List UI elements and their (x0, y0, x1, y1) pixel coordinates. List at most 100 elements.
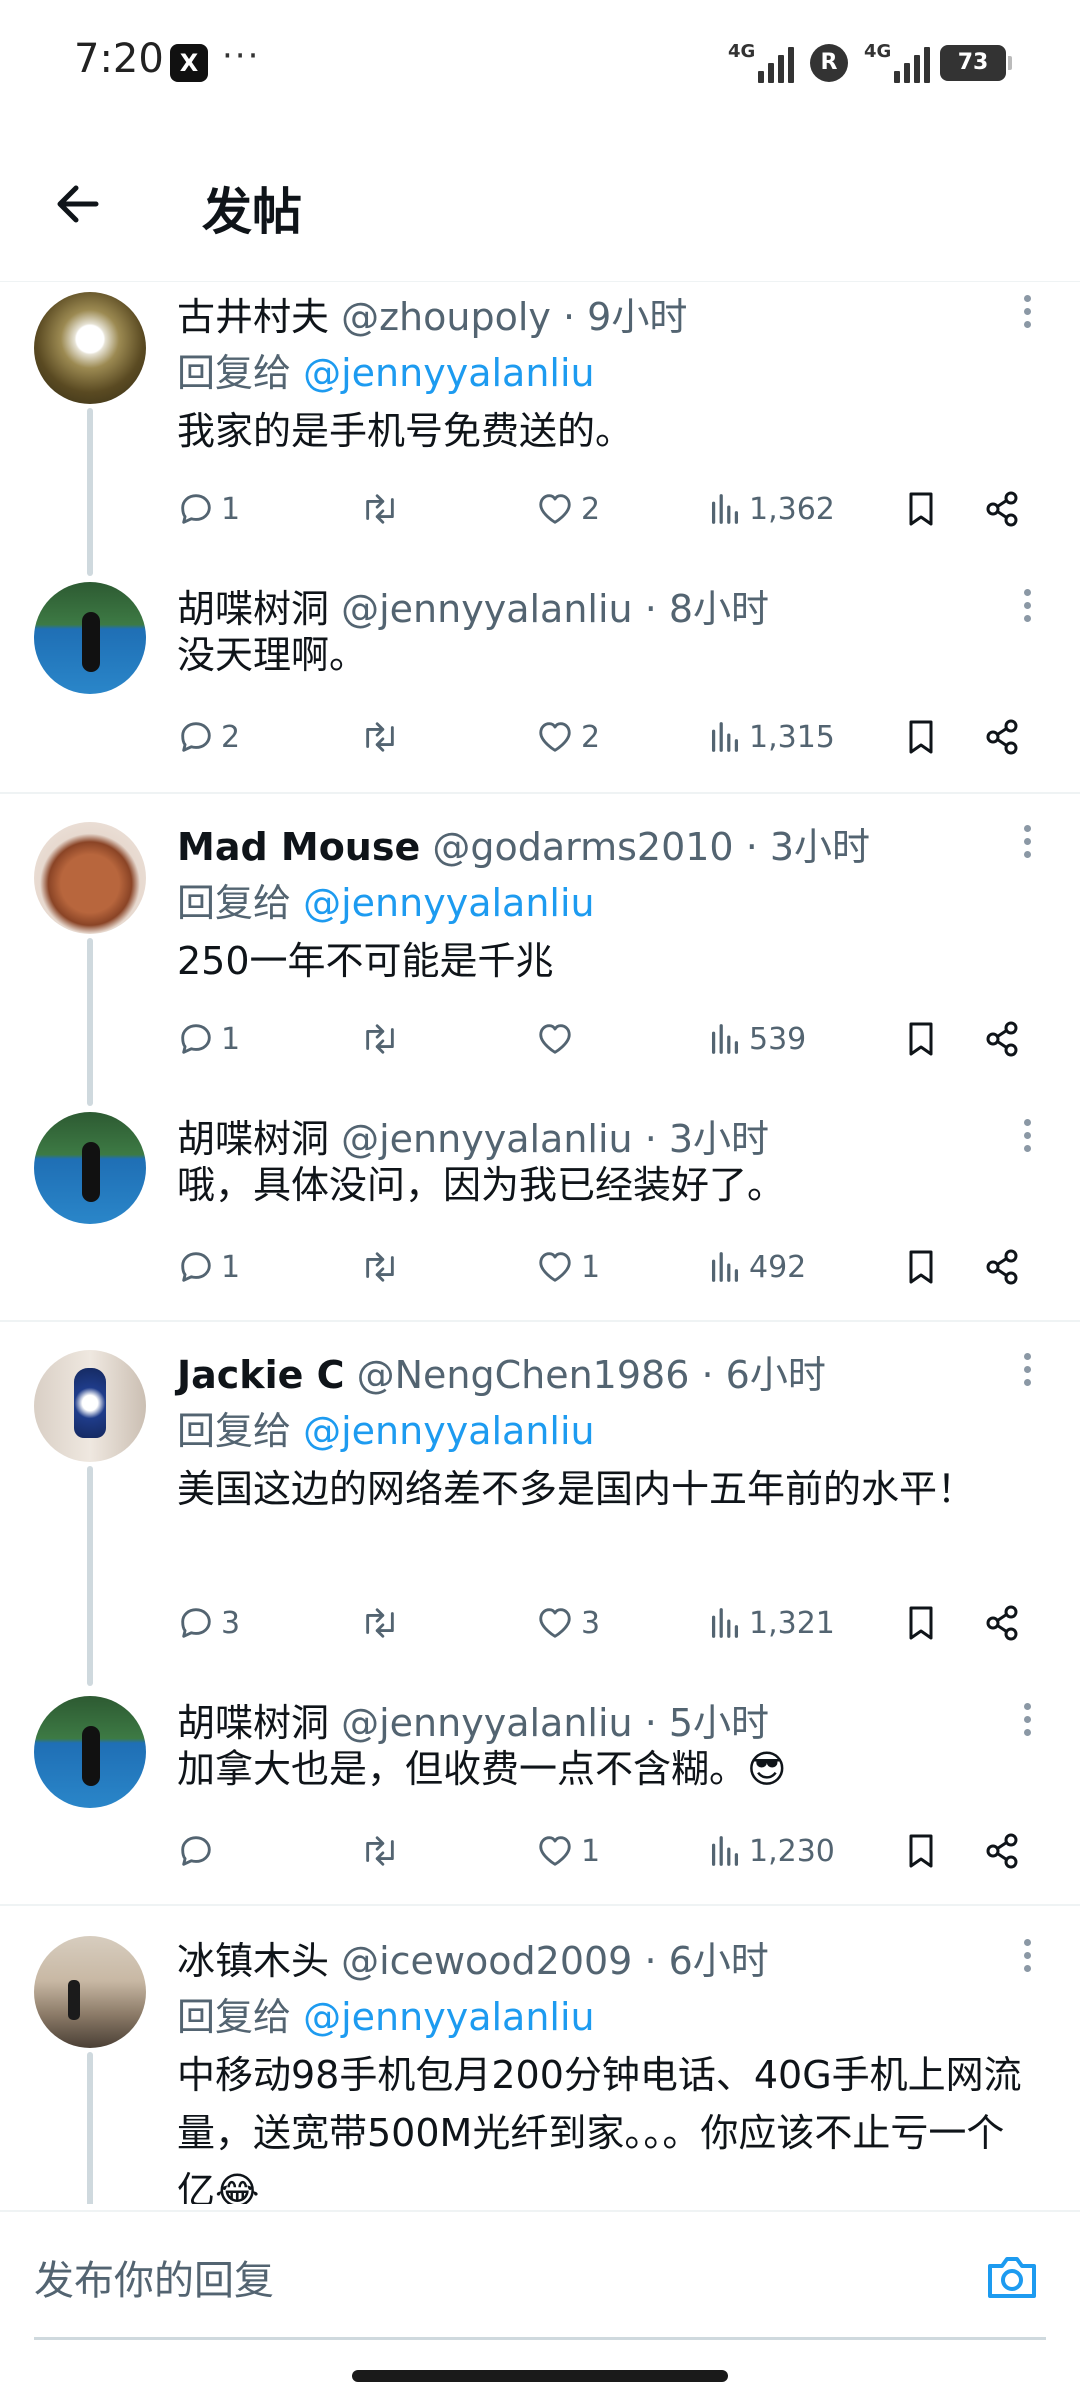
retweet-button[interactable] (359, 1598, 407, 1648)
user-handle[interactable]: @icewood2009 (341, 1939, 632, 1983)
share-button[interactable] (983, 484, 1023, 534)
reply-button[interactable]: 1 (177, 484, 240, 534)
retweet-icon (359, 1604, 401, 1642)
avatar[interactable] (34, 582, 146, 694)
status-indicators: 4G R 4G 73 (728, 38, 1012, 88)
bookmark-button[interactable] (903, 712, 939, 762)
home-indicator[interactable] (352, 2370, 728, 2382)
share-button[interactable] (983, 712, 1023, 762)
reply-context: 回复给 @jennyyalanliu (177, 872, 595, 927)
more-options-icon[interactable] (1012, 586, 1042, 626)
more-options-icon[interactable] (1012, 1350, 1042, 1390)
bookmark-button[interactable] (903, 484, 939, 534)
speech-bubble-icon (177, 718, 215, 756)
avatar[interactable] (34, 1350, 146, 1462)
more-options-icon[interactable] (1012, 1936, 1042, 1976)
camera-icon[interactable] (982, 2248, 1042, 2308)
post-time: · 6小时 (701, 1353, 826, 1397)
reply-to-link[interactable]: @jennyyalanliu (303, 1409, 595, 1453)
display-name[interactable]: 冰镇木头 (177, 1939, 329, 1983)
views-button[interactable]: 1,362 (707, 484, 835, 534)
avatar[interactable] (34, 1112, 146, 1224)
retweet-button[interactable] (359, 1242, 407, 1292)
reply-count: 1 (221, 1021, 241, 1057)
share-icon (983, 1603, 1023, 1643)
reply-to-link[interactable]: @jennyyalanliu (303, 1995, 595, 2039)
display-name[interactable]: Jackie C (177, 1353, 345, 1397)
retweet-button[interactable] (359, 1826, 407, 1876)
page-title: 发帖 (202, 183, 302, 241)
bookmark-button[interactable] (903, 1014, 939, 1064)
retweet-button[interactable] (359, 1014, 407, 1064)
share-button[interactable] (983, 1598, 1023, 1648)
user-handle[interactable]: @zhoupoly (341, 295, 551, 339)
user-handle[interactable]: @NengChen1986 (357, 1353, 690, 1397)
share-button[interactable] (983, 1826, 1023, 1876)
share-button[interactable] (983, 1242, 1023, 1292)
like-button[interactable]: 1 (535, 1242, 600, 1292)
display-name[interactable]: 胡喋树洞 (177, 587, 329, 631)
tweet-text: 我家的是手机号免费送的。 (177, 409, 634, 453)
like-button[interactable]: 1 (535, 1826, 600, 1876)
retweet-icon (359, 718, 401, 756)
views-button[interactable]: 539 (707, 1014, 806, 1064)
share-button[interactable] (983, 1014, 1023, 1064)
views-button[interactable]: 1,315 (707, 712, 835, 762)
more-options-icon[interactable] (1012, 292, 1042, 332)
network-label: 4G (728, 41, 756, 62)
reply-button[interactable]: 3 (177, 1598, 240, 1648)
more-options-icon[interactable] (1012, 1116, 1042, 1156)
user-handle[interactable]: @godarms2010 (432, 825, 733, 869)
back-arrow-icon[interactable] (48, 174, 108, 234)
bookmark-button[interactable] (903, 1598, 939, 1648)
user-handle[interactable]: @jennyyalanliu (341, 587, 633, 631)
views-button[interactable]: 1,321 (707, 1598, 835, 1648)
reply-context: 回复给 @jennyyalanliu (177, 1400, 595, 1455)
reply-button[interactable]: 1 (177, 1242, 240, 1292)
bookmark-button[interactable] (903, 1826, 939, 1876)
battery-icon: 73 (940, 45, 1012, 81)
bookmark-button[interactable] (903, 1242, 939, 1292)
display-name[interactable]: 胡喋树洞 (177, 1701, 329, 1745)
reply-to-link[interactable]: @jennyyalanliu (303, 881, 595, 925)
display-name[interactable]: 胡喋树洞 (177, 1117, 329, 1161)
views-button[interactable]: 1,230 (707, 1826, 835, 1876)
avatar[interactable] (34, 822, 146, 934)
like-button[interactable] (535, 1014, 581, 1064)
like-button[interactable]: 2 (535, 484, 600, 534)
share-icon (983, 1247, 1023, 1287)
views-count: 1,321 (749, 1605, 835, 1641)
speech-bubble-icon (177, 1248, 215, 1286)
reply-button[interactable]: 1 (177, 1014, 240, 1064)
reply-count: 3 (221, 1605, 241, 1641)
reply-input[interactable]: 发布你的回复 (34, 2248, 274, 2306)
reply-to-link[interactable]: @jennyyalanliu (303, 351, 595, 395)
more-options-icon[interactable] (1012, 1700, 1042, 1740)
reply-feed[interactable]: 古井村夫 @zhoupoly · 9小时 回复给 @jennyyalanliu … (0, 284, 1080, 2204)
divider (0, 1320, 1080, 1322)
share-icon (983, 717, 1023, 757)
avatar[interactable] (34, 1696, 146, 1808)
like-button[interactable]: 2 (535, 712, 600, 762)
retweet-button[interactable] (359, 484, 407, 534)
like-button[interactable]: 3 (535, 1598, 600, 1648)
display-name[interactable]: Mad Mouse (177, 825, 420, 869)
user-handle[interactable]: @jennyyalanliu (341, 1701, 633, 1745)
heart-icon (535, 718, 575, 756)
reply-prefix: 回复给 (177, 351, 292, 395)
post-time: · 9小时 (562, 295, 688, 339)
avatar[interactable] (34, 1936, 146, 2048)
tweet-text: 美国这边的网络差不多是国内十五年前的水平！ (177, 1467, 976, 1511)
display-name[interactable]: 古井村夫 (177, 295, 329, 339)
user-handle[interactable]: @jennyyalanliu (341, 1117, 633, 1161)
reply-button[interactable] (177, 1826, 221, 1876)
thread-line (87, 1466, 93, 1686)
views-button[interactable]: 492 (707, 1242, 806, 1292)
retweet-button[interactable] (359, 712, 407, 762)
reply-count: 1 (221, 1249, 241, 1285)
post-time: · 6小时 (644, 1939, 769, 1983)
bar-chart-icon (707, 1832, 743, 1870)
more-options-icon[interactable] (1012, 822, 1042, 862)
reply-button[interactable]: 2 (177, 712, 240, 762)
avatar[interactable] (34, 292, 146, 404)
